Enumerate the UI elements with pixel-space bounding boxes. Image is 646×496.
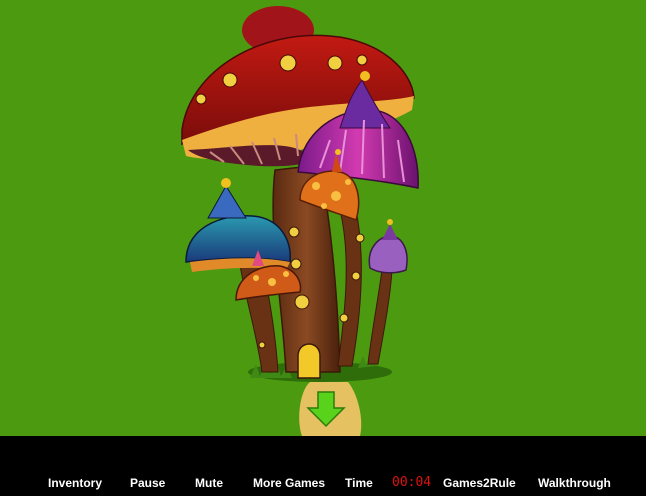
timer-display: 00:04 (392, 475, 432, 490)
mushroom-house-illustration (181, 6, 419, 382)
time-label: Time (345, 476, 373, 490)
pause-button[interactable]: Pause (130, 474, 165, 492)
game-scene (0, 0, 646, 436)
small-purple-cap (368, 219, 408, 274)
mute-button[interactable]: Mute (195, 474, 223, 492)
game-toolbar: Inventory Pause Mute More Games Time 00:… (0, 436, 646, 496)
more-games-button[interactable]: More Games (253, 474, 325, 492)
inventory-button[interactable]: Inventory (48, 474, 102, 492)
walkthrough-button[interactable]: Walkthrough (538, 474, 611, 492)
door (297, 343, 321, 379)
navigate-down-arrow[interactable] (288, 380, 366, 436)
games2rule-link[interactable]: Games2Rule (443, 474, 516, 492)
